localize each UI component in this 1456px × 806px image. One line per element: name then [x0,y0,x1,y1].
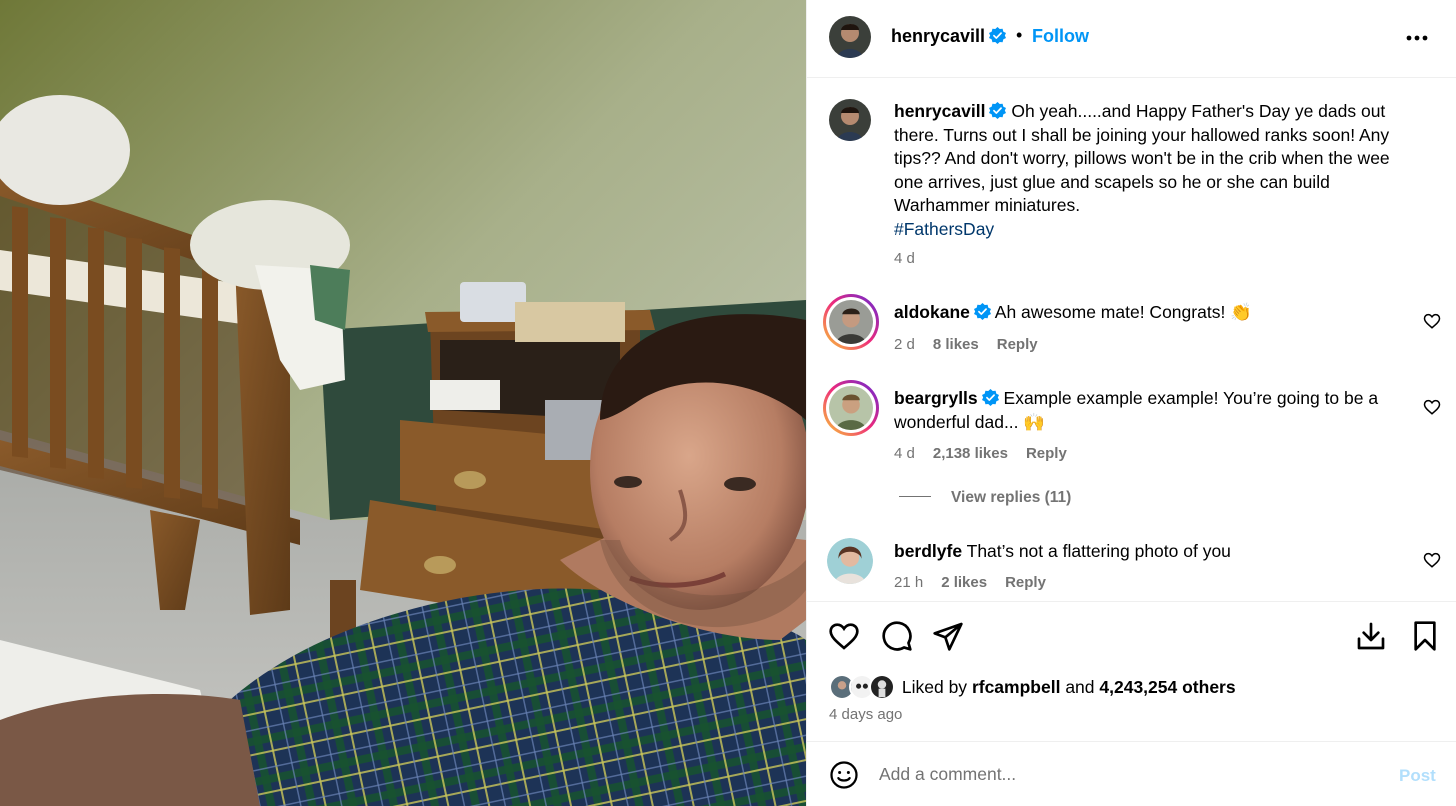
selfie-nursery-image [0,0,806,806]
verified-badge-icon [989,27,1007,44]
comment-text: Ah awesome mate! Congrats! 👏 [994,302,1252,322]
add-comment-bar: Post [807,741,1456,806]
liked-by-and: and [1065,677,1095,697]
bookmark-icon[interactable] [1409,620,1441,652]
comment-body: aldokane Ah awesome mate! Congrats! 👏 [894,301,1404,325]
post-comment-button[interactable]: Post [1399,766,1436,786]
liked-by-prefix: Liked by [901,677,968,697]
reply-button[interactable]: Reply [1005,574,1046,591]
post-header: henrycavill • Follow [807,0,1456,78]
liked-by-others[interactable]: 4,243,254 others [1099,677,1235,697]
comment-like-heart-icon[interactable] [1423,312,1441,330]
view-replies-label: View replies (11) [951,489,1072,506]
comment-text: That’s not a flattering photo of you [966,541,1231,561]
download-icon[interactable] [1355,620,1387,652]
caption-author-avatar[interactable] [829,99,871,141]
caption-hashtag[interactable]: #FathersDay [894,218,1414,242]
post-photo[interactable] [0,0,806,806]
author-avatar[interactable] [829,16,871,58]
comment-time: 4 d [894,445,915,462]
comment-likes[interactable]: 2,138 likes [933,445,1008,462]
commenter-username[interactable]: beargrylls [894,388,978,408]
liked-by-summary[interactable]: Liked by rfcampbell and 4,243,254 others [829,674,1236,700]
comment-time: 2 d [894,336,915,353]
comment-input[interactable] [879,759,1359,789]
post-sidebar: henrycavill • Follow henrycavill Oh yeah… [806,0,1456,806]
more-horizontal-icon[interactable] [1401,28,1433,48]
comment-meta: 21 h 2 likes Reply [894,574,1064,591]
send-icon[interactable] [932,620,964,652]
liked-by-user[interactable]: rfcampbell [972,677,1061,697]
post-actions: Liked by rfcampbell and 4,243,254 others… [807,601,1456,741]
caption-username[interactable]: henrycavill [894,101,985,121]
replies-divider-line [899,496,931,497]
caption-timestamp: 4 d [894,250,915,267]
comment-body: beargrylls Example example example! You’… [894,387,1404,434]
verified-badge-icon [981,389,999,406]
commenter-avatar[interactable] [823,294,879,350]
liked-by-avatars [829,674,897,700]
follow-button[interactable]: Follow [1032,26,1089,47]
comment-like-heart-icon[interactable] [1423,551,1441,569]
post-caption: henrycavill Oh yeah.....and Happy Father… [894,100,1414,241]
reply-button[interactable]: Reply [1026,445,1067,462]
verified-badge-icon [989,102,1007,119]
emoji-icon[interactable] [829,760,859,790]
verified-badge-icon [973,303,991,320]
header-separator: • [1016,25,1023,45]
comment-icon[interactable] [881,620,913,652]
comment-likes[interactable]: 2 likes [941,574,987,591]
heart-icon[interactable] [828,620,860,652]
commenter-username[interactable]: berdlyfe [894,541,962,561]
liker-avatar [869,674,895,700]
comment-likes[interactable]: 8 likes [933,336,979,353]
comment-like-heart-icon[interactable] [1423,398,1441,416]
commenter-avatar[interactable] [823,380,879,436]
comment-meta: 2 d 8 likes Reply [894,336,1056,353]
commenter-username[interactable]: aldokane [894,302,970,322]
post-timestamp: 4 days ago [829,706,903,723]
reply-button[interactable]: Reply [997,336,1038,353]
author-username[interactable]: henrycavill [891,26,985,46]
author-username-row: henrycavill [891,26,1007,47]
commenter-avatar[interactable] [827,538,873,584]
view-replies-button[interactable]: View replies (11) [899,489,1071,507]
comment-body: berdlyfe That’s not a flattering photo o… [894,540,1404,564]
comment-time: 21 h [894,574,924,591]
comment-meta: 4 d 2,138 likes Reply [894,445,1085,462]
